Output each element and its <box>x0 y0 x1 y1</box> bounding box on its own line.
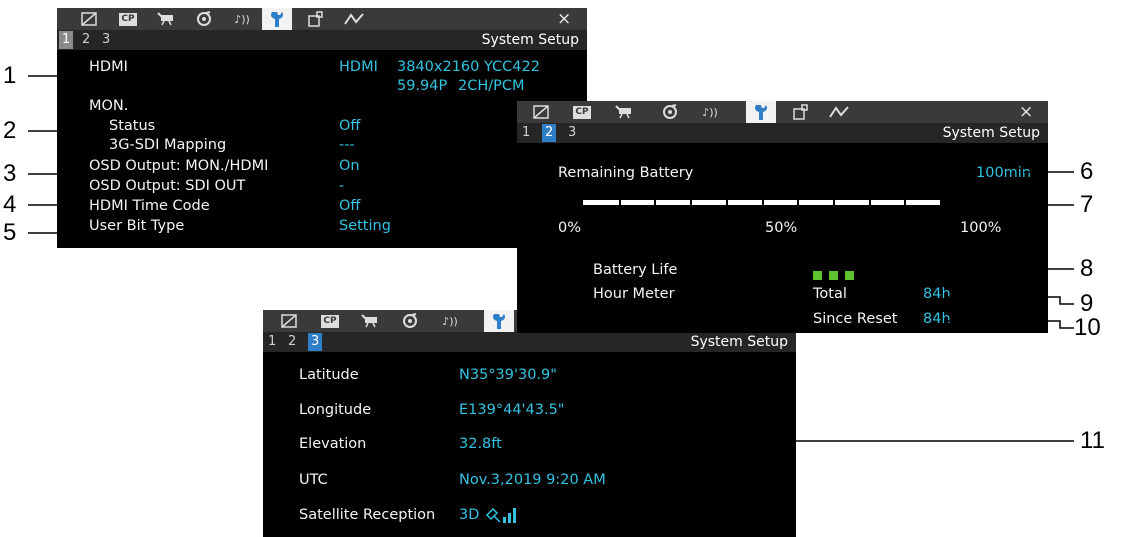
callout-3: 3 <box>3 160 17 187</box>
callout-7: 7 <box>1080 191 1094 218</box>
callout-4: 4 <box>3 191 17 218</box>
callout-1: 1 <box>3 62 17 89</box>
callout-2: 2 <box>3 117 17 144</box>
callout-5: 5 <box>3 219 17 246</box>
callout-10: 10 <box>1074 314 1101 341</box>
callout-6: 6 <box>1080 158 1094 185</box>
callout-lines <box>28 57 1074 521</box>
callout-8: 8 <box>1080 255 1094 282</box>
callout-9: 9 <box>1080 290 1094 317</box>
callout-11: 11 <box>1080 427 1105 454</box>
